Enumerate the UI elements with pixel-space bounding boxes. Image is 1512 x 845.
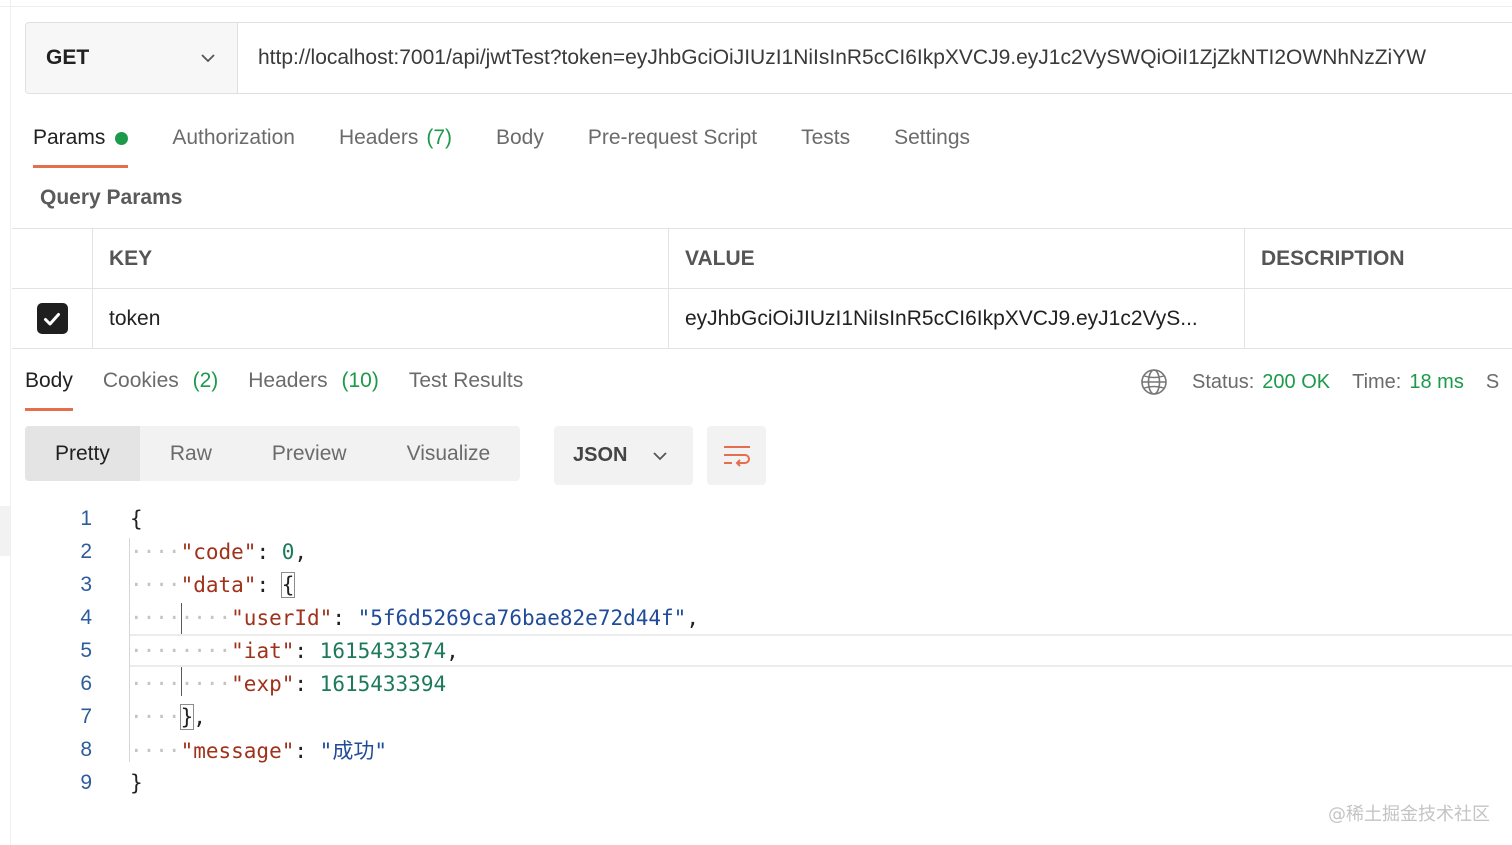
status-value[interactable]: 200 OK (1262, 371, 1330, 394)
tab-params-label: Params (33, 126, 106, 149)
column-header-value: VALUE (669, 229, 1245, 288)
tab-authorization-label: Authorization (172, 126, 295, 149)
table-header-row: KEY VALUE DESCRIPTION (12, 229, 1512, 289)
params-indicator-dot (115, 132, 129, 145)
method-label: GET (46, 46, 90, 69)
column-header-description: DESCRIPTION (1261, 246, 1405, 270)
request-tabs: Params Authorization Headers (7) Body Pr… (33, 118, 1014, 168)
response-tab-body[interactable]: Body (25, 362, 73, 411)
line-number: 4 (80, 605, 92, 629)
view-mode-segmented-control: Pretty Raw Preview Visualize (25, 426, 521, 481)
response-tab-headers-label: Headers (248, 369, 328, 392)
tab-tests-label: Tests (801, 126, 851, 149)
tab-pre-request-script-label: Pre-request Script (587, 126, 758, 149)
tab-headers[interactable]: Headers (7) (339, 118, 452, 168)
response-tab-headers-count: (10) (341, 369, 379, 392)
format-select[interactable]: JSON (554, 426, 693, 485)
code-text: ········"exp": 1615433394 (130, 671, 447, 696)
code-line: 7 ····}, (0, 700, 1512, 733)
view-raw-button[interactable]: Raw (140, 426, 242, 481)
line-number: 8 (80, 737, 92, 761)
size-label-partial: S (1485, 370, 1500, 393)
code-text: ········"userId": "5f6d5269ca76bae82e72d… (130, 605, 699, 630)
line-number: 3 (80, 572, 92, 596)
code-text: ····"message": "成功" (130, 738, 387, 763)
code-line: 6 ········"exp": 1615433394 (0, 667, 1512, 700)
tab-body-label: Body (496, 126, 544, 149)
wrap-lines-icon (723, 445, 750, 467)
code-line: 3 ····"data": { (0, 568, 1512, 601)
response-tab-body-label: Body (25, 369, 73, 392)
query-params-title: Query Params (40, 186, 183, 209)
code-text: ····"data": { (130, 571, 296, 598)
code-line: 4 ········"userId": "5f6d5269ca76bae82e7… (0, 601, 1512, 634)
tab-tests[interactable]: Tests (801, 118, 850, 168)
code-text: ····}, (130, 703, 206, 730)
code-text: ····"code": 0, (130, 539, 308, 564)
response-tab-cookies[interactable]: Cookies (2) (103, 362, 218, 411)
top-divider (0, 6, 1512, 7)
method-select[interactable]: GET (26, 23, 238, 93)
code-line: 9 } (0, 766, 1512, 799)
line-number: 9 (80, 770, 92, 794)
status-label: Status: (1192, 370, 1255, 393)
wrap-lines-button[interactable] (707, 426, 766, 485)
param-description-cell[interactable] (1245, 289, 1512, 348)
view-preview-button[interactable]: Preview (242, 426, 377, 481)
tab-authorization[interactable]: Authorization (172, 118, 295, 168)
chevron-down-icon (653, 451, 667, 460)
param-enabled-checkbox[interactable] (36, 303, 68, 334)
line-number: 7 (80, 704, 92, 728)
code-text: } (130, 770, 143, 795)
response-tab-cookies-label: Cookies (102, 369, 179, 392)
row-check-cell (12, 289, 93, 348)
tab-params[interactable]: Params (33, 118, 129, 168)
code-line: 2 ····"code": 0, (0, 535, 1512, 568)
code-line-highlighted: 5 ········"iat": 1615433374, (80, 634, 1512, 667)
tab-pre-request-script[interactable]: Pre-request Script (588, 118, 757, 168)
globe-icon[interactable] (1140, 368, 1168, 396)
param-value-cell[interactable]: eyJhbGciOiJIUzI1NiIsInR5cCI6IkpXVCJ9.eyJ… (669, 289, 1245, 348)
tab-settings-label: Settings (894, 126, 971, 149)
line-number: 5 (80, 638, 92, 662)
param-key-cell[interactable]: token (93, 289, 669, 348)
code-line: 8 ····"message": "成功" (0, 733, 1512, 766)
tab-headers-label: Headers (338, 126, 419, 149)
tab-body[interactable]: Body (496, 118, 544, 168)
request-url-bar: GET http://localhost:7001/api/jwtTest?to… (25, 22, 1512, 94)
response-status-bar: Status: 200 OK Time: 18 ms S (1140, 368, 1499, 396)
code-text: ········"iat": 1615433374, (130, 638, 459, 663)
code-text: { (130, 506, 143, 531)
url-input[interactable]: http://localhost:7001/api/jwtTest?token=… (238, 23, 1512, 93)
line-number: 2 (80, 539, 92, 563)
time-value[interactable]: 18 ms (1409, 371, 1463, 394)
query-params-table: KEY VALUE DESCRIPTION token eyJhbGciOiJI… (12, 228, 1512, 349)
time-label: Time: (1352, 370, 1402, 393)
response-body-editor[interactable]: 1 { 2 ····"code": 0, 3 ····"data": { 4 ·… (0, 502, 1512, 799)
chevron-down-icon (201, 54, 215, 63)
line-number: 1 (80, 506, 92, 530)
response-tab-test-results[interactable]: Test Results (409, 362, 523, 411)
watermark: @稀土掘金技术社区 (1328, 804, 1490, 825)
column-header-key: KEY (93, 229, 669, 288)
response-tab-headers[interactable]: Headers (10) (248, 362, 379, 411)
code-line: 1 { (0, 502, 1512, 535)
view-visualize-button[interactable]: Visualize (377, 426, 521, 481)
tab-headers-count: (7) (426, 126, 452, 149)
response-tab-test-results-label: Test Results (408, 369, 524, 392)
header-check-cell (12, 229, 93, 288)
format-label: JSON (573, 444, 628, 466)
view-pretty-button[interactable]: Pretty (25, 426, 140, 481)
tab-settings[interactable]: Settings (894, 118, 970, 168)
line-number: 6 (80, 671, 92, 695)
response-tabs: Body Cookies (2) Headers (10) Test Resul… (25, 362, 553, 412)
response-tab-cookies-count: (2) (192, 369, 219, 392)
checkmark-icon (44, 312, 60, 325)
table-row: token eyJhbGciOiJIUzI1NiIsInR5cCI6IkpXVC… (12, 289, 1512, 349)
